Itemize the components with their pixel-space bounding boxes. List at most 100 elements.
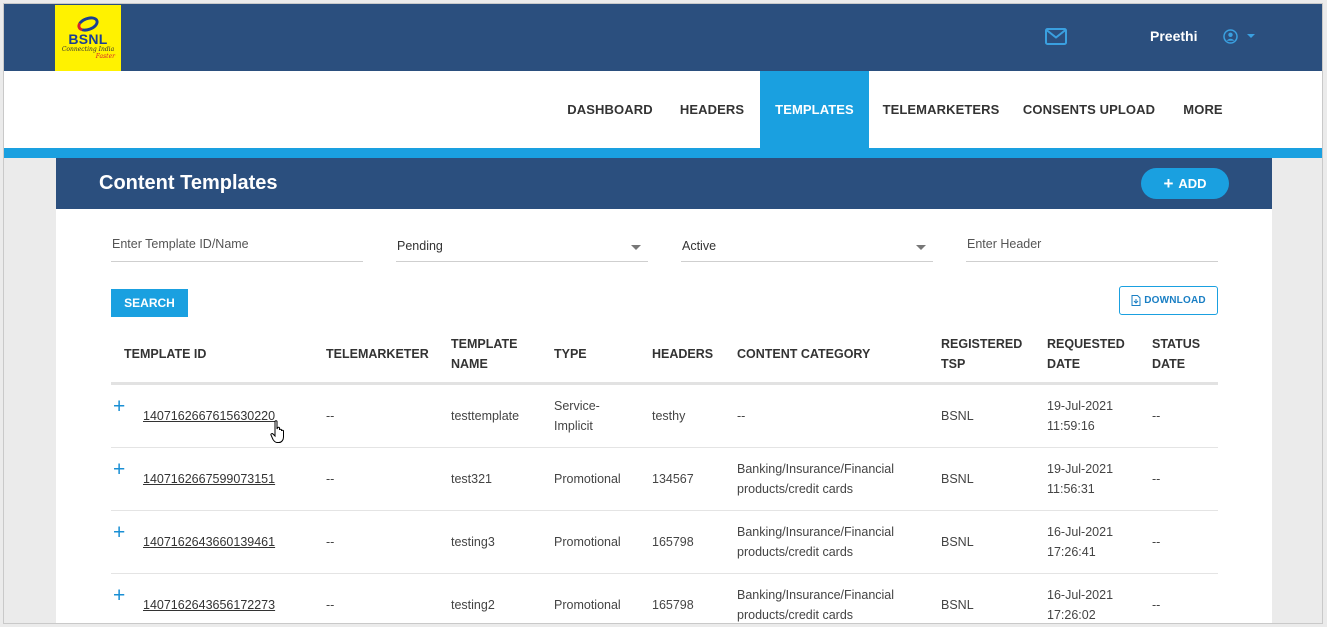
- state-select-value: Active: [682, 239, 717, 253]
- col-label: HEADERS: [652, 347, 714, 361]
- caret-down-icon[interactable]: [1247, 34, 1255, 38]
- cell-category-line1: Banking/Insurance/Financial: [737, 588, 895, 602]
- expand-plus-icon[interactable]: +: [113, 396, 125, 417]
- cell-status-date: --: [1152, 598, 1161, 612]
- cell-requested-date: 19-Jul-2021 11:59:16: [1047, 396, 1113, 436]
- status-select[interactable]: Pending: [396, 231, 648, 262]
- download-button-label: DOWNLOAD: [1144, 295, 1206, 306]
- col-status-date[interactable]: STATUS DATE: [1152, 334, 1200, 374]
- cell-requested-date: 16-Jul-2021 17:26:02: [1047, 585, 1114, 623]
- main-nav: DASHBOARD HEADERS TEMPLATES TELEMARKETER…: [4, 71, 1322, 148]
- template-id-link[interactable]: 1407162667599073151: [143, 469, 275, 489]
- cell-headers: 165798: [652, 535, 694, 549]
- header-search-placeholder: Enter Header: [967, 237, 1042, 251]
- template-id-link[interactable]: 1407162667615630220: [143, 406, 275, 426]
- cell-requested-date: 16-Jul-2021 17:26:41: [1047, 522, 1113, 562]
- cell-tsp: BSNL: [941, 535, 974, 549]
- header-search-input[interactable]: Enter Header: [966, 231, 1218, 262]
- nav-templates[interactable]: TEMPLATES: [760, 71, 869, 148]
- expand-plus-icon[interactable]: +: [113, 522, 125, 543]
- nav-headers[interactable]: HEADERS: [670, 71, 754, 148]
- cell-category: --: [737, 406, 745, 426]
- search-button[interactable]: SEARCH: [111, 289, 188, 317]
- col-template-name[interactable]: TEMPLATE NAME: [451, 334, 517, 374]
- dropdown-arrow-icon: [916, 245, 926, 250]
- col-label: TELEMARKETER: [326, 347, 429, 361]
- template-id-link[interactable]: 1407162643656172273: [143, 595, 275, 615]
- cell-date: 16-Jul-2021: [1047, 588, 1114, 602]
- cell-date: 16-Jul-2021: [1047, 525, 1114, 539]
- file-download-icon: [1131, 295, 1141, 306]
- page-title: Content Templates: [99, 172, 278, 194]
- cell-type-line1: Promotional: [554, 535, 621, 549]
- nav-accent-strip: [4, 148, 1322, 158]
- col-headers[interactable]: HEADERS: [652, 344, 713, 364]
- cell-date: 19-Jul-2021: [1047, 462, 1114, 476]
- cell-type: Promotional: [554, 532, 621, 552]
- cell-category: Banking/Insurance/Financial products/cre…: [737, 585, 895, 623]
- mail-icon[interactable]: [1045, 28, 1067, 45]
- cell-time: 17:26:02: [1047, 608, 1096, 622]
- cell-category-line1: Banking/Insurance/Financial: [737, 462, 895, 476]
- col-label-line2: TSP: [941, 357, 966, 371]
- table-row: + 1407162667615630220 -- testtemplate Se…: [111, 385, 1218, 448]
- state-select[interactable]: Active: [681, 231, 933, 262]
- cell-headers: 134567: [652, 472, 694, 486]
- expand-plus-icon[interactable]: +: [113, 585, 125, 606]
- cell-tsp: BSNL: [941, 598, 974, 612]
- cell-telemarketer: --: [326, 472, 335, 486]
- content-templates-card: Content Templates + ADD Enter Template I…: [56, 158, 1272, 623]
- table-row: + 1407162643656172273 -- testing2 Promot…: [111, 574, 1218, 623]
- cell-template-name: testing3: [451, 535, 495, 549]
- nav-telemarketers[interactable]: TELEMARKETERS: [874, 71, 1008, 148]
- table-header: TEMPLATE ID TELEMARKETER TEMPLATE NAME T…: [111, 331, 1218, 385]
- download-button[interactable]: DOWNLOAD: [1119, 286, 1218, 315]
- logo-brand: BSNL: [68, 30, 108, 47]
- logo-tagline-2: Faster: [95, 52, 115, 60]
- cell-type-line1: Promotional: [554, 598, 621, 612]
- cell-type-line1: Service-: [554, 399, 600, 413]
- user-name[interactable]: Preethi: [1150, 28, 1197, 44]
- col-label: CONTENT CATEGORY: [737, 347, 871, 361]
- cell-category-line1: --: [737, 409, 746, 423]
- user-circle-icon[interactable]: [1223, 29, 1238, 44]
- logo-tagline: Connecting India: [61, 45, 115, 53]
- cell-tsp: BSNL: [941, 409, 974, 423]
- table-row: + 1407162667599073151 -- test321 Promoti…: [111, 448, 1218, 511]
- col-label: TYPE: [554, 347, 587, 361]
- col-registered-tsp[interactable]: REGISTERED TSP: [941, 334, 1022, 374]
- nav-more[interactable]: MORE: [1170, 71, 1236, 148]
- col-label: REGISTERED: [941, 337, 1023, 351]
- bsnl-logo[interactable]: BSNL Connecting India Faster: [55, 5, 121, 71]
- cell-time: 11:59:16: [1047, 419, 1095, 433]
- col-label-line2: DATE: [1152, 357, 1186, 371]
- col-template-id[interactable]: TEMPLATE ID: [124, 344, 206, 364]
- cell-type: Promotional: [554, 469, 621, 489]
- add-button-label: ADD: [1178, 176, 1207, 191]
- add-button[interactable]: + ADD: [1141, 168, 1229, 199]
- cell-template-name: test321: [451, 472, 493, 486]
- col-telemarketer[interactable]: TELEMARKETER: [326, 344, 429, 364]
- expand-plus-icon[interactable]: +: [113, 459, 125, 480]
- cell-date: 19-Jul-2021: [1047, 399, 1114, 413]
- cell-telemarketer: --: [326, 409, 335, 423]
- cell-category: Banking/Insurance/Financial products/cre…: [737, 522, 894, 562]
- col-content-category[interactable]: CONTENT CATEGORY: [737, 344, 870, 364]
- col-type[interactable]: TYPE: [554, 344, 587, 364]
- nav-consents-upload[interactable]: CONSENTS UPLOAD: [1016, 71, 1162, 148]
- cell-type-line1: Promotional: [554, 472, 621, 486]
- cell-time: 17:26:41: [1047, 545, 1096, 559]
- col-label: TEMPLATE: [451, 337, 518, 351]
- dropdown-arrow-icon: [631, 245, 641, 250]
- template-id-link[interactable]: 1407162643660139461: [143, 532, 275, 552]
- status-select-value: Pending: [397, 239, 443, 253]
- cell-category-line1: Banking/Insurance/Financial: [737, 525, 895, 539]
- col-requested-date[interactable]: REQUESTED DATE: [1047, 334, 1125, 374]
- template-search-input[interactable]: Enter Template ID/Name: [111, 231, 363, 262]
- col-label-line2: NAME: [451, 357, 488, 371]
- cell-type: Service- Implicit: [554, 396, 600, 436]
- cell-category-line2: products/credit cards: [737, 608, 854, 622]
- cell-status-date: --: [1152, 409, 1161, 423]
- nav-dashboard[interactable]: DASHBOARD: [554, 71, 666, 148]
- col-label: REQUESTED: [1047, 337, 1125, 351]
